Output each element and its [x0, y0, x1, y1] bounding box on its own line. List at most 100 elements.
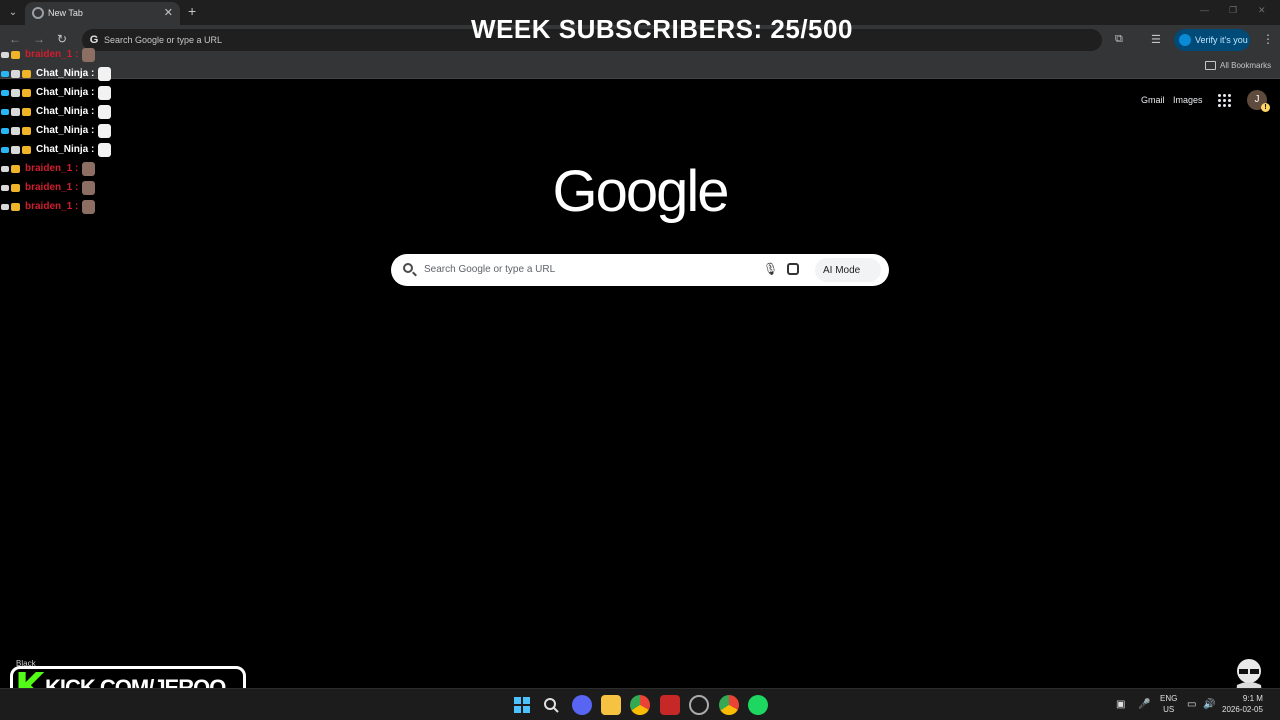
chrome-icon: [32, 7, 44, 19]
tray-app-icon[interactable]: ▣: [1116, 699, 1125, 710]
chat-message: Chat_Ninja :: [0, 66, 130, 85]
all-bookmarks[interactable]: All Bookmarks: [1220, 61, 1271, 70]
obs-icon[interactable]: [689, 695, 709, 715]
verify-button[interactable]: Verify it's you: [1174, 29, 1250, 51]
menu-icon[interactable]: ⋮: [1262, 32, 1274, 46]
crown-badge-icon: [11, 165, 20, 173]
chat-message: Chat_Ninja :: [0, 142, 130, 161]
chat-message: Chat_Ninja :: [0, 123, 130, 142]
clock-date: 2026-02-05: [1222, 705, 1263, 714]
chat-username: Chat_Ninja :: [36, 106, 95, 117]
chat-message: braiden_1 :: [0, 47, 130, 66]
verified-badge-icon: [1, 109, 9, 115]
search-box[interactable]: Search Google or type a URL 🎙 AI Mode: [391, 254, 889, 286]
gmail-link[interactable]: Gmail: [1141, 95, 1165, 105]
emote-icon: [98, 67, 111, 81]
clock[interactable]: 9:1 M 2026-02-05: [1222, 693, 1263, 715]
verify-label: Verify it's you: [1195, 35, 1248, 45]
crown-badge-icon: [22, 146, 31, 154]
crown-badge-icon: [22, 127, 31, 135]
volume-icon[interactable]: 🔊: [1203, 699, 1215, 710]
google-g-icon: G: [89, 34, 99, 46]
chat-username: braiden_1 :: [25, 163, 79, 174]
badge-icon: [1, 185, 9, 191]
back-icon[interactable]: ←: [9, 32, 21, 46]
chat-message: braiden_1 :: [0, 180, 130, 199]
emote-icon: [82, 48, 95, 62]
tab-search-icon[interactable]: ⌄: [4, 4, 22, 21]
reload-icon[interactable]: ↻: [57, 32, 67, 46]
crown-badge-icon: [11, 184, 20, 192]
microphone-icon[interactable]: 🎙: [763, 262, 778, 276]
chat-username: braiden_1 :: [25, 201, 79, 212]
taskbar: ▣ 🎤 ENG US ▭ 🔊 9:1 M 2026-02-05: [0, 688, 1280, 720]
extensions-icon[interactable]: ⧉: [1115, 33, 1123, 46]
media-controls-icon[interactable]: ☰: [1151, 33, 1161, 46]
moderator-badge-icon: [11, 89, 20, 97]
omnibox-placeholder: Search Google or type a URL: [104, 35, 223, 45]
emote-icon: [98, 105, 111, 119]
discord-icon[interactable]: [572, 695, 592, 715]
warning-icon: !: [1261, 103, 1270, 112]
file-explorer-icon[interactable]: [601, 695, 621, 715]
badge-icon: [1, 52, 9, 58]
account-avatar[interactable]: J !: [1247, 90, 1270, 112]
chat-message: Chat_Ninja :: [0, 85, 130, 104]
avatar-initial: J: [1254, 94, 1260, 105]
crown-badge-icon: [11, 51, 20, 59]
chat-username: braiden_1 :: [25, 182, 79, 193]
minimize-icon[interactable]: —: [1200, 5, 1209, 15]
verified-badge-icon: [1, 128, 9, 134]
chat-message: Chat_Ninja :: [0, 104, 130, 123]
chat-username: Chat_Ninja :: [36, 125, 95, 136]
google-apps-icon[interactable]: [1218, 94, 1231, 107]
ai-mode-label: AI Mode: [823, 265, 861, 276]
emote-icon: [98, 86, 111, 100]
voicemeeter-icon[interactable]: [660, 695, 680, 715]
language-indicator[interactable]: ENG US: [1160, 693, 1177, 715]
lang-code: ENG: [1160, 694, 1178, 703]
chrome-profile-icon[interactable]: [719, 695, 739, 715]
folder-icon: [1205, 61, 1216, 70]
moderator-badge-icon: [11, 146, 20, 154]
crown-badge-icon: [22, 89, 31, 97]
verified-badge-icon: [1, 71, 9, 77]
emote-icon: [98, 124, 111, 138]
chat-username: Chat_Ninja :: [36, 87, 95, 98]
clock-time: 9:1 M: [1242, 694, 1263, 703]
badge-icon: [1, 166, 9, 172]
lens-icon[interactable]: [787, 263, 799, 275]
screen: ⌄ New Tab ✕ + — ❐ ✕ ← → ↻ G Search Googl…: [0, 0, 1280, 720]
chrome-taskbar-icon[interactable]: [630, 695, 650, 715]
chat-username: braiden_1 :: [25, 49, 79, 60]
tab-new-tab[interactable]: New Tab ✕: [25, 2, 180, 25]
forward-icon[interactable]: →: [33, 32, 45, 46]
search-icon: [403, 263, 413, 273]
emote-icon: [82, 200, 95, 214]
windows-start-icon[interactable]: [512, 695, 532, 715]
close-tab-icon[interactable]: ✕: [164, 6, 173, 19]
new-tab-button[interactable]: +: [188, 3, 196, 19]
network-icon[interactable]: ▭: [1187, 699, 1196, 710]
profile-alert-icon: [1179, 34, 1191, 46]
google-logo: Google: [552, 159, 729, 224]
ai-mode-button[interactable]: AI Mode: [815, 258, 881, 282]
chat-message: braiden_1 :: [0, 161, 130, 180]
moderator-badge-icon: [11, 70, 20, 78]
subscriber-goal-overlay: WEEK SUBSCRIBERS: 25/500: [471, 14, 853, 44]
chat-username: Chat_Ninja :: [36, 68, 95, 79]
maximize-icon[interactable]: ❐: [1229, 5, 1237, 16]
window-close-icon[interactable]: ✕: [1258, 5, 1266, 16]
search-taskbar-icon[interactable]: [541, 695, 561, 715]
microphone-tray-icon[interactable]: 🎤: [1138, 699, 1150, 710]
crown-badge-icon: [11, 203, 20, 211]
emote-icon: [98, 143, 111, 157]
chat-overlay: braiden_1 : Chat_Ninja : Chat_Ninja : Chat_…: [0, 47, 130, 218]
chat-username: Chat_Ninja :: [36, 144, 95, 155]
search-placeholder: Search Google or type a URL: [424, 264, 556, 275]
spotify-icon[interactable]: [748, 695, 768, 715]
emote-icon: [82, 181, 95, 195]
moderator-badge-icon: [11, 127, 20, 135]
verified-badge-icon: [1, 147, 9, 153]
images-link[interactable]: Images: [1173, 95, 1203, 105]
